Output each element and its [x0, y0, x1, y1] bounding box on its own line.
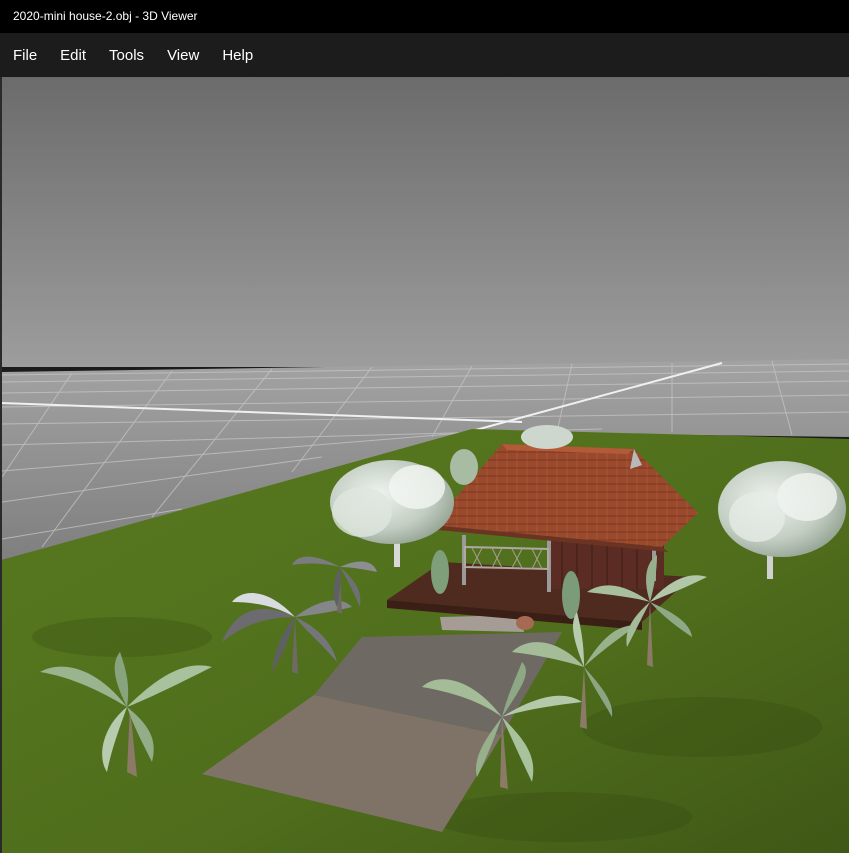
window-title: 2020-mini house-2.obj - 3D Viewer — [13, 9, 198, 23]
background-sky — [2, 77, 849, 367]
app-window: 2020-mini house-2.obj - 3D Viewer File E… — [0, 0, 849, 853]
menu-bar: File Edit Tools View Help — [0, 33, 849, 77]
menu-view[interactable]: View — [157, 43, 209, 68]
tree-back — [521, 425, 573, 449]
menu-tools[interactable]: Tools — [99, 43, 154, 68]
menu-file[interactable]: File — [3, 43, 47, 68]
scene-render[interactable] — [2, 77, 849, 853]
planter-pot — [516, 616, 534, 630]
title-bar[interactable]: 2020-mini house-2.obj - 3D Viewer — [0, 0, 849, 33]
3d-viewport[interactable] — [0, 77, 849, 853]
menu-edit[interactable]: Edit — [50, 43, 96, 68]
menu-help[interactable]: Help — [212, 43, 263, 68]
